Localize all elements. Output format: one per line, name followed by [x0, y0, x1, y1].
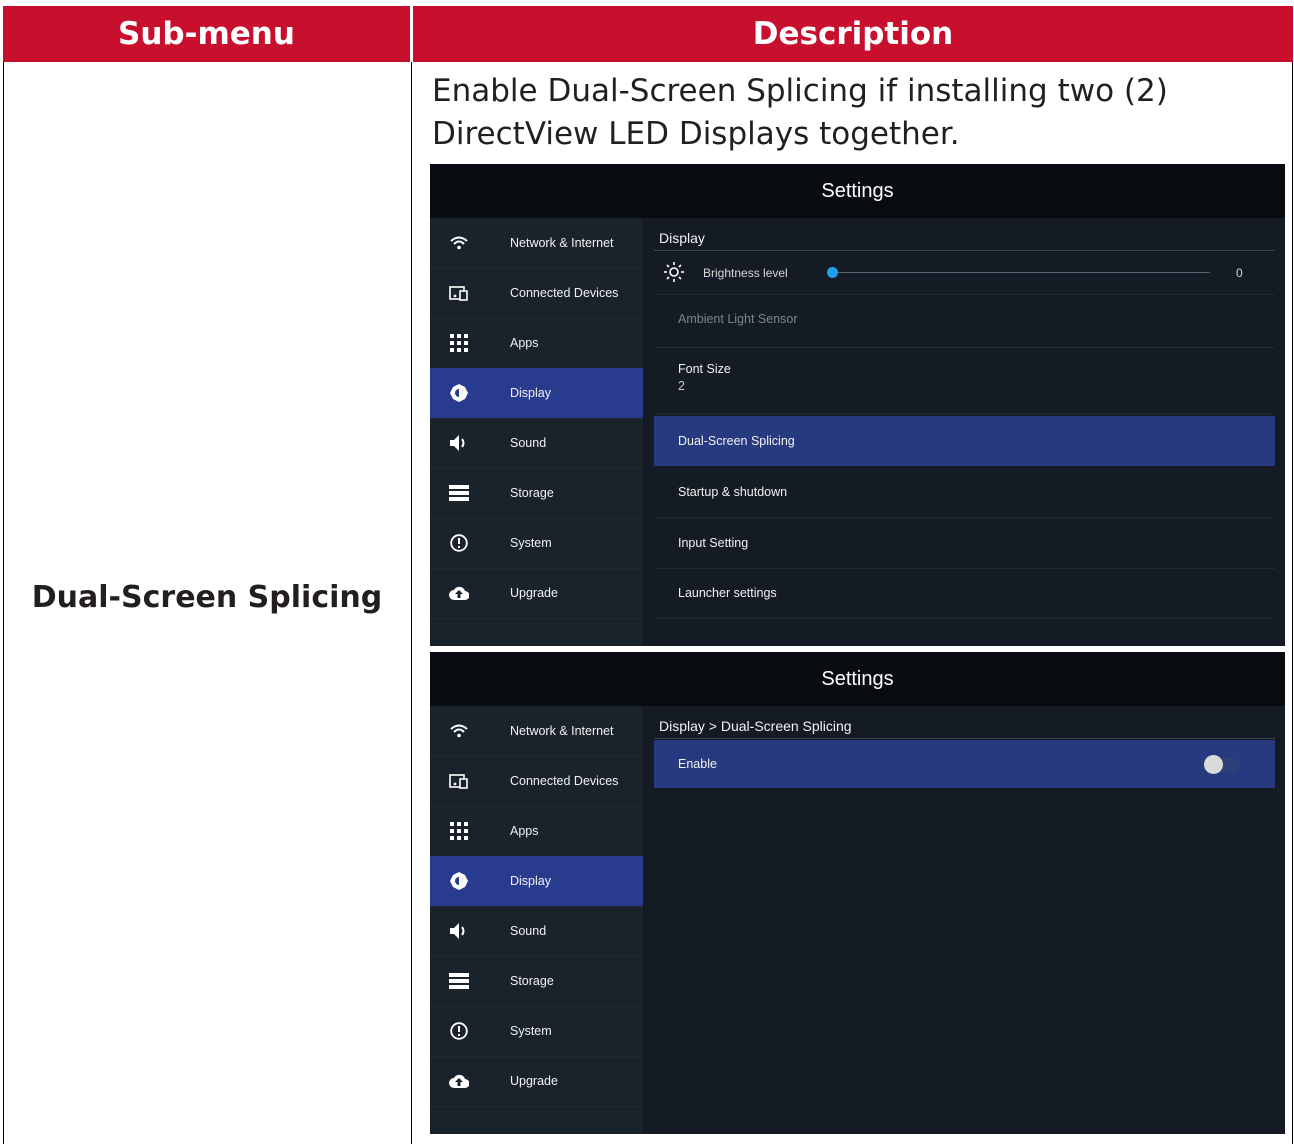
table-border-middle [411, 62, 412, 1144]
sidebar-item-upgrade[interactable]: Upgrade [430, 568, 643, 619]
sidebar-item-label: Connected Devices [510, 774, 619, 788]
ambient-light-label: Ambient Light Sensor [678, 312, 798, 326]
sidebar-item-label: Upgrade [510, 586, 558, 600]
description-text: Enable Dual-Screen Splicing if installin… [432, 73, 1168, 152]
sidebar-item-label: Storage [510, 974, 554, 988]
brightness-icon [449, 871, 469, 891]
sidebar-item-label: Network & Internet [510, 236, 614, 250]
sidebar-item-apps[interactable]: Apps [430, 318, 643, 369]
sidebar-item-display[interactable]: Display [430, 856, 643, 907]
dual-screen-splicing-label: Dual-Screen Splicing [678, 434, 795, 448]
sidebar-item-label: System [510, 536, 552, 550]
storage-icon [449, 971, 469, 991]
submenu-name: Dual-Screen Splicing [31, 580, 383, 615]
sidebar-item-label: Sound [510, 436, 547, 450]
ambient-light-row: Ambient Light Sensor [654, 294, 1275, 348]
brightness-slider-knob[interactable] [827, 267, 838, 278]
sidebar-item-upgrade[interactable]: Upgrade [430, 1056, 643, 1107]
input-setting-label: Input Setting [678, 536, 749, 550]
sidebar-item-label: Apps [510, 336, 539, 350]
sidebar-item-label: Upgrade [510, 1074, 558, 1088]
sidebar-item-sound[interactable]: Sound [430, 906, 643, 957]
header-submenu: Sub-menu [3, 6, 410, 62]
font-size-row[interactable]: Font Size 2 [654, 348, 1275, 414]
dual-screen-splicing-row[interactable]: Dual-Screen Splicing [654, 416, 1275, 466]
cloud-upload-icon [449, 583, 469, 603]
sidebar-item-connected-devices[interactable]: Connected Devices [430, 756, 643, 807]
apps-grid-icon [449, 821, 469, 841]
settings-screenshot-display: Settings Network & Internet Connected De… [430, 164, 1285, 646]
table-border-right [1292, 62, 1293, 1144]
sidebar-item-storage[interactable]: Storage [430, 468, 643, 519]
brightness-value: 0 [1236, 266, 1243, 280]
sidebar-item-label: Network & Internet [510, 724, 614, 738]
brightness-label: Brightness level [703, 266, 788, 280]
launcher-settings-label: Launcher settings [678, 586, 777, 600]
breadcrumb: Display > Dual-Screen Splicing [659, 718, 852, 734]
startup-shutdown-row[interactable]: Startup & shutdown [654, 467, 1275, 518]
apps-grid-icon [449, 333, 469, 353]
cloud-upload-icon [449, 1071, 469, 1091]
launcher-settings-row[interactable]: Launcher settings [654, 568, 1275, 619]
enable-label: Enable [678, 757, 717, 771]
section-divider [654, 738, 1275, 739]
settings-title: Settings [430, 652, 1285, 706]
settings-sidebar: Network & Internet Connected Devices App… [430, 218, 643, 646]
sidebar-item-label: Display [510, 386, 551, 400]
font-size-value: 2 [678, 379, 685, 393]
settings-main-panel: Display Brightness level 0 Ambient Light… [643, 218, 1285, 646]
storage-icon [449, 483, 469, 503]
sidebar-item-connected-devices[interactable]: Connected Devices [430, 268, 643, 319]
speaker-icon [449, 921, 469, 941]
enable-row[interactable]: Enable [654, 740, 1275, 788]
info-icon [449, 533, 469, 553]
wifi-icon [449, 721, 469, 741]
speaker-icon [449, 433, 469, 453]
section-divider [654, 250, 1275, 251]
sidebar-item-label: Storage [510, 486, 554, 500]
section-title: Display [659, 230, 705, 246]
brightness-icon [449, 383, 469, 403]
connected-devices-icon [449, 283, 469, 303]
font-size-label: Font Size [678, 362, 731, 376]
sidebar-item-system[interactable]: System [430, 1006, 643, 1057]
sun-icon [664, 262, 684, 285]
settings-screenshot-dual-screen: Settings Network & Internet Connected De… [430, 652, 1285, 1134]
sidebar-item-label: Display [510, 874, 551, 888]
sidebar-item-label: Apps [510, 824, 539, 838]
sidebar-item-system[interactable]: System [430, 518, 643, 569]
sidebar-item-network[interactable]: Network & Internet [430, 218, 643, 269]
sidebar-item-storage[interactable]: Storage [430, 956, 643, 1007]
header-description: Description [413, 6, 1293, 62]
sidebar-item-label: Sound [510, 924, 547, 938]
input-setting-row[interactable]: Input Setting [654, 518, 1275, 569]
sidebar-item-apps[interactable]: Apps [430, 806, 643, 857]
info-icon [449, 1021, 469, 1041]
wifi-icon [449, 233, 469, 253]
sidebar-item-network[interactable]: Network & Internet [430, 706, 643, 757]
settings-title: Settings [430, 164, 1285, 218]
sidebar-item-sound[interactable]: Sound [430, 418, 643, 469]
sidebar-item-display[interactable]: Display [430, 368, 643, 419]
document-page: Sub-menu Description Dual-Screen Splicin… [0, 0, 1294, 1144]
settings-sidebar: Network & Internet Connected Devices App… [430, 706, 643, 1134]
connected-devices-icon [449, 771, 469, 791]
enable-toggle-knob[interactable] [1204, 755, 1223, 774]
settings-main-panel: Display > Dual-Screen Splicing Enable [643, 706, 1285, 1134]
sidebar-item-label: Connected Devices [510, 286, 619, 300]
brightness-row: Brightness level 0 [654, 254, 1275, 295]
brightness-slider-track[interactable] [827, 272, 1210, 273]
sidebar-item-label: System [510, 1024, 552, 1038]
startup-shutdown-label: Startup & shutdown [678, 485, 788, 499]
